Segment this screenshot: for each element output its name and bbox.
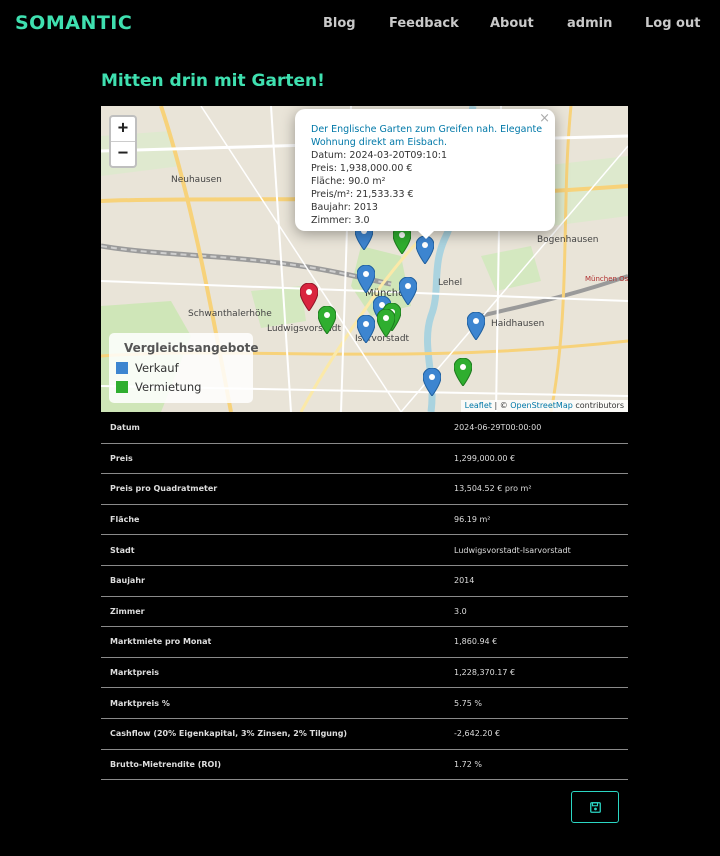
attribution-contributors: contributors	[572, 401, 624, 410]
map-marker-current[interactable]	[300, 283, 318, 311]
detail-value: 1,228,370.17 €	[454, 657, 628, 689]
popup-line-year: Baujahr: 2013	[311, 202, 378, 213]
popup-listing-link[interactable]: Der Englische Garten zum Greifen nah. El…	[311, 123, 543, 149]
detail-key: Marktmiete pro Monat	[101, 626, 454, 658]
map-marker-sale[interactable]	[357, 315, 375, 343]
zoom-in-button[interactable]: +	[111, 117, 135, 141]
map-label-muenchen-ost: München Ost	[585, 275, 628, 283]
map-marker-sale[interactable]	[357, 265, 375, 293]
map-marker-rent[interactable]	[377, 309, 395, 337]
detail-value: 1,860.94 €	[454, 626, 628, 658]
detail-key: Preis pro Quadratmeter	[101, 473, 454, 505]
map-label-schwanthalerhoehe: Schwanthalerhöhe	[188, 309, 272, 319]
legend-swatch-rent	[116, 381, 128, 393]
map-attribution: Leaflet | © OpenStreetMap contributors	[460, 400, 628, 412]
map-marker-sale[interactable]	[399, 277, 417, 305]
detail-key: Preis	[101, 443, 454, 475]
detail-key: Brutto-Mietrendite (ROI)	[101, 749, 454, 781]
detail-key: Zimmer	[101, 596, 454, 628]
legend-label-rent: Vermietung	[135, 380, 202, 394]
detail-value: 3.0	[454, 596, 628, 628]
detail-key: Datum	[101, 413, 454, 444]
detail-value: 96.19 m²	[454, 504, 628, 536]
map-label-bogenhausen: Bogenhausen	[537, 235, 599, 245]
table-row: Preis 1,299,000.00 €	[101, 443, 628, 475]
nav-link-admin[interactable]: admin	[567, 16, 612, 31]
table-row: Marktpreis 1,228,370.17 €	[101, 657, 628, 689]
map-popup: × Der Englische Garten zum Greifen nah. …	[295, 109, 555, 239]
nav-link-logout[interactable]: Log out	[645, 16, 700, 31]
map-marker-sale[interactable]	[467, 312, 485, 340]
table-row: Cashflow (20% Eigenkapital, 3% Zinsen, 2…	[101, 718, 628, 750]
nav-link-feedback[interactable]: Feedback	[389, 16, 459, 31]
table-row: Zimmer 3.0	[101, 596, 628, 628]
map-marker-sale[interactable]	[416, 236, 434, 264]
page-title: Mitten drin mit Garten!	[101, 71, 325, 91]
map-legend: Vergleichsangebote Verkauf Vermietung	[109, 333, 259, 403]
table-row: Baujahr 2014	[101, 565, 628, 597]
detail-value: 2014	[454, 565, 628, 597]
detail-value: Ludwigsvorstadt-Isarvorstadt	[454, 534, 628, 566]
map-label-neuhausen: Neuhausen	[171, 175, 222, 185]
zoom-out-button[interactable]: −	[111, 141, 135, 166]
map-label-lehel: Lehel	[438, 278, 462, 288]
attribution-separator: | ©	[491, 401, 511, 410]
listing-details-table: Datum 2024-06-29T00:00:00 Preis 1,299,000.…	[101, 413, 628, 781]
detail-key: Fläche	[101, 504, 454, 536]
table-row: Datum 2024-06-29T00:00:00	[101, 413, 628, 444]
table-row: Marktpreis % 5.75 %	[101, 687, 628, 719]
map-marker-sale[interactable]	[423, 368, 441, 396]
detail-value: -2,642.20 €	[454, 718, 628, 750]
attribution-osm-link[interactable]: OpenStreetMap	[510, 401, 573, 410]
legend-swatch-sale	[116, 362, 128, 374]
detail-value: 1,299,000.00 €	[454, 443, 628, 475]
nav-link-about[interactable]: About	[490, 16, 534, 31]
detail-value: 5.75 %	[454, 687, 628, 719]
popup-line-date: Datum: 2024-03-20T09:10:1	[311, 150, 447, 161]
map-marker-rent[interactable]	[318, 306, 336, 334]
table-row: Brutto-Mietrendite (ROI) 1.72 %	[101, 749, 628, 781]
detail-key: Marktpreis	[101, 657, 454, 689]
table-row: Fläche 96.19 m²	[101, 504, 628, 536]
save-icon	[590, 802, 601, 813]
detail-key: Cashflow (20% Eigenkapital, 3% Zinsen, 2…	[101, 718, 454, 750]
table-row: Preis pro Quadratmeter 13,504.52 € pro m²	[101, 473, 628, 505]
nav-link-blog[interactable]: Blog	[323, 16, 356, 31]
popup-line-price: Preis: 1,938,000.00 €	[311, 163, 413, 174]
popup-line-price-per-sqm: Preis/m²: 21,533.33 €	[311, 189, 414, 200]
legend-label-sale: Verkauf	[135, 361, 179, 375]
attribution-leaflet-link[interactable]: Leaflet	[465, 401, 492, 410]
map-marker-rent[interactable]	[454, 358, 472, 386]
detail-key: Baujahr	[101, 565, 454, 597]
brand-logo[interactable]: SOMANTIC	[15, 12, 132, 34]
save-button[interactable]	[571, 791, 619, 823]
detail-value: 1.72 %	[454, 749, 628, 781]
top-navbar: SOMANTIC Blog Feedback About admin Log o…	[0, 0, 720, 48]
table-row: Marktmiete pro Monat 1,860.94 €	[101, 626, 628, 658]
table-row: Stadt Ludwigsvorstadt-Isarvorstadt	[101, 534, 628, 566]
map-label-haidhausen: Haidhausen	[491, 319, 544, 329]
legend-title: Vergleichsangebote	[124, 341, 259, 355]
detail-key: Stadt	[101, 534, 454, 566]
popup-line-rooms: Zimmer: 3.0	[311, 215, 370, 226]
map-view[interactable]: Neuhausen Bogenhausen Schwanthalerhöhe L…	[101, 106, 628, 412]
map-zoom-control: + −	[109, 115, 137, 168]
detail-key: Marktpreis %	[101, 687, 454, 719]
detail-value: 13,504.52 € pro m²	[454, 473, 628, 505]
popup-line-area: Fläche: 90.0 m²	[311, 176, 386, 187]
detail-value: 2024-06-29T00:00:00	[454, 413, 628, 444]
